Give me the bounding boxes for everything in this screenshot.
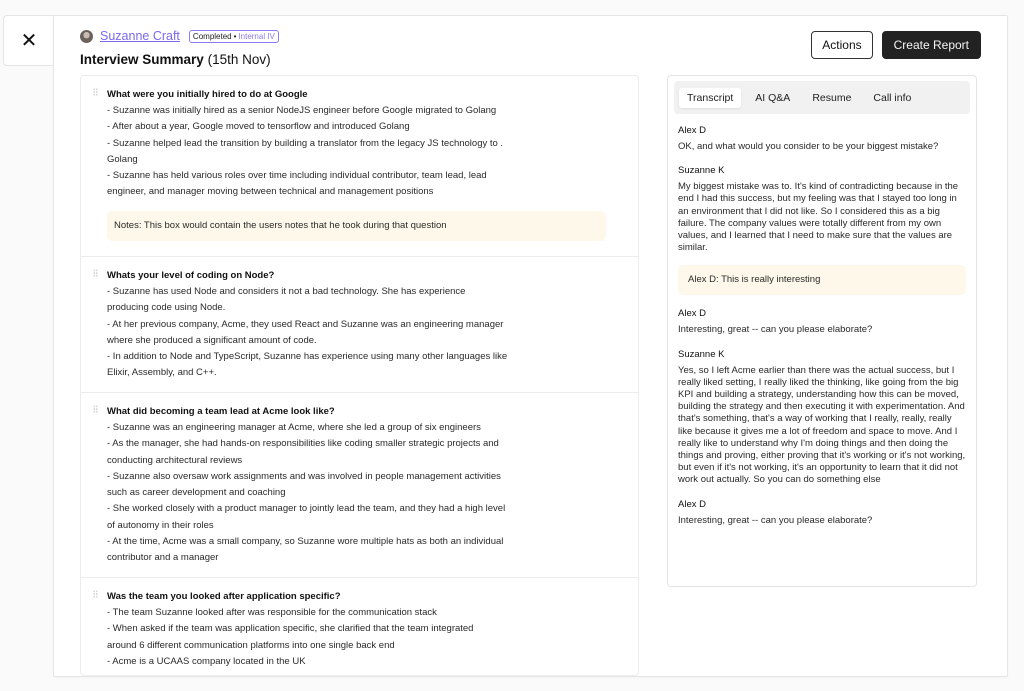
page-title-date: (15th Nov) <box>207 52 271 67</box>
close-button[interactable]: ✕ <box>3 15 54 66</box>
question-title: What were you initially hired to do at G… <box>107 89 308 100</box>
transcript-entry: Alex D Interesting, great -- can you plea… <box>678 307 966 336</box>
drag-handle-icon[interactable] <box>93 88 98 96</box>
utterance-text: Yes, so I left Acme earlier than there w… <box>678 364 966 486</box>
summary-line: - At her previous company, Acme, they us… <box>107 318 504 330</box>
summary-line: contributor and a manager <box>107 552 219 564</box>
summary-line: engineer, and manager moving between tec… <box>107 186 434 198</box>
summary-line: Elixir, Assembly, and C++. <box>107 367 217 379</box>
summary-question: Was the team you looked after applicatio… <box>81 578 638 675</box>
summary-line: - The team Suzanne looked after was resp… <box>107 607 437 618</box>
tab-resume[interactable]: Resume <box>804 88 859 108</box>
summary-line: - At the time, Acme was a small company,… <box>107 536 504 548</box>
summary-line: - In addition to Node and TypeScript, Su… <box>107 351 508 363</box>
avatar <box>80 29 93 43</box>
speaker-name: Alex D <box>678 125 706 136</box>
summary-line: - Suzanne helped lead the transition by … <box>107 137 504 149</box>
summary-line: - As the manager, she had hands-on respo… <box>107 438 499 450</box>
summary-line: - Suzanne was an engineering manager at … <box>107 422 481 433</box>
utterance-text: My biggest mistake was to. It's kind of … <box>678 181 959 254</box>
create-report-button[interactable]: Create Report <box>881 31 981 59</box>
summary-line: conducting architectural reviews <box>107 454 243 466</box>
transcript-entry: Suzanne K Yes, so I left Acme earlier tha… <box>678 348 966 487</box>
transcript-panel: Transcript AI Q&A Resume Call info Alex D OK… <box>667 75 977 587</box>
summary-question: What were you initially hired to do at G… <box>81 76 638 257</box>
summary-line: such as career development and coaching <box>107 487 286 499</box>
summary-question: What did becoming a team lead at Acme lo… <box>81 393 638 578</box>
drag-handle-icon[interactable] <box>93 590 98 598</box>
transcript-tabs: Transcript AI Q&A Resume Call info <box>674 81 970 114</box>
transcript-entry: Alex D Interesting, great -- can you plea… <box>678 498 966 527</box>
question-notes[interactable]: Notes: This box would contain the users … <box>107 210 606 241</box>
summary-line: - Suzanne has used Node and considers it… <box>107 286 466 297</box>
summary-line: - Acme is a UCAAS company located in the… <box>107 655 306 667</box>
summary-line: - Suzanne was initially hired as a senio… <box>107 105 497 116</box>
summary-line: - Suzanne has held various roles over ti… <box>107 170 487 182</box>
summary-line: Golang <box>107 153 138 165</box>
tab-ai-q-a[interactable]: AI Q&A <box>747 88 798 108</box>
summary-line: - She worked closely with a product mana… <box>107 503 506 515</box>
summary-line: - Suzanne also oversaw work assignments … <box>107 470 501 482</box>
drag-handle-icon[interactable] <box>93 269 98 277</box>
interview-type: Internal IV <box>238 31 275 41</box>
question-title: What did becoming a team lead at Acme lo… <box>107 406 335 417</box>
summary-line: around 6 different communication platfor… <box>107 639 395 651</box>
speaker-name: Alex D <box>678 498 706 510</box>
badge-separator: • <box>233 31 237 41</box>
summary-line: producing code using Node. <box>107 302 226 314</box>
summary-line: - When asked if the team was application… <box>107 623 474 635</box>
utterance-text: Interesting, great -- can you please ela… <box>678 514 873 526</box>
tab-call-info[interactable]: Call info <box>865 88 919 108</box>
status-text: Completed <box>192 31 232 41</box>
summary-line: where she produced a significant amount … <box>107 334 317 346</box>
summary-list: What were you initially hired to do at G… <box>80 75 639 676</box>
summary-line: - After about a year, Google moved to te… <box>107 121 410 133</box>
page-title-main: Interview Summary <box>80 52 204 67</box>
drag-handle-icon[interactable] <box>93 405 98 413</box>
header-actions: Actions Create Report <box>811 31 981 59</box>
transcript-entry: Alex D OK, and what would you consider to… <box>678 124 966 153</box>
transcript-entry: Suzanne K My biggest mistake was to. It's… <box>678 164 966 254</box>
question-title: Whats your level of coding on Node? <box>107 270 275 281</box>
speaker-name: Suzanne K <box>678 348 725 360</box>
status-badge: Completed • Internal IV <box>188 29 279 43</box>
tab-transcript[interactable]: Transcript <box>679 87 742 108</box>
candidate-name-link[interactable]: Suzanne Craft <box>100 29 180 43</box>
transcript-note: Alex D: This is really interesting <box>678 265 966 296</box>
header: Suzanne Craft Completed • Internal IV In… <box>80 26 981 76</box>
close-icon: ✕ <box>20 30 38 52</box>
interview-summary-panel: Suzanne Craft Completed • Internal IV In… <box>53 15 1008 677</box>
utterance-text: Interesting, great -- can you please ela… <box>678 324 873 336</box>
summary-question: Whats your level of coding on Node? - Suz… <box>81 257 638 393</box>
actions-button[interactable]: Actions <box>811 31 873 59</box>
transcript-body[interactable]: Alex D OK, and what would you consider to… <box>668 114 976 527</box>
question-title: Was the team you looked after applicatio… <box>107 591 341 602</box>
speaker-name: Alex D <box>678 308 706 320</box>
utterance-text: OK, and what would you consider to be yo… <box>678 141 939 152</box>
speaker-name: Suzanne K <box>678 165 725 177</box>
summary-line: of autonomy in their roles <box>107 519 214 531</box>
